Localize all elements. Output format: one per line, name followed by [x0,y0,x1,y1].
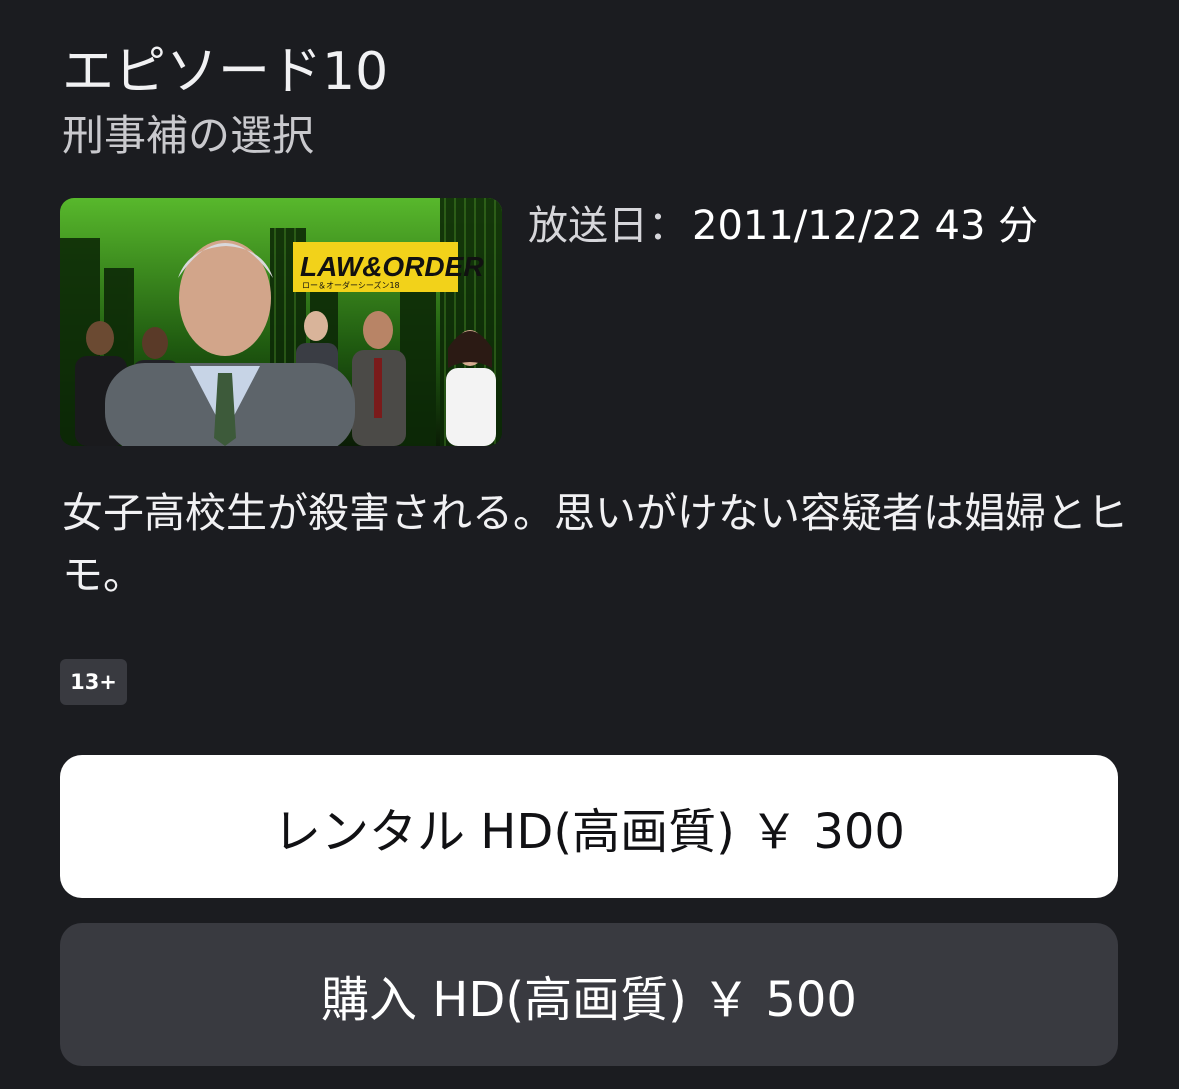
air-date-label: 放送日： [528,203,688,249]
episode-subtitle: 刑事補の選択 [62,111,315,160]
air-date-value: 2011/12/22 [692,203,923,249]
duration-value: 43 分 [934,203,1039,249]
buy-hd-button[interactable]: 購入 HD(高画質) ￥ 500 [60,923,1118,1066]
svg-text:ロー＆オーダーシーズン18: ロー＆オーダーシーズン18 [302,280,400,290]
episode-meta: 放送日： 2011/12/22 43 分 [528,198,1038,254]
rent-hd-button[interactable]: レンタル HD(高画質) ￥ 300 [60,755,1118,898]
episode-detail-page: エピソード10 刑事補の選択 LAW&ORDER ロー＆オーダーシーズン18 放… [0,0,1179,1089]
episode-thumbnail[interactable]: LAW&ORDER ロー＆オーダーシーズン18 [60,198,502,446]
episode-title: エピソード10 [62,42,389,102]
svg-text:LAW&ORDER: LAW&ORDER [300,251,484,282]
episode-synopsis: 女子高校生が殺害される。思いがけない容疑者は娼婦とヒモ。 [62,489,1128,599]
law-and-order-logo: LAW&ORDER ロー＆オーダーシーズン18 [293,242,484,292]
age-rating-badge: 13+ [60,659,127,705]
